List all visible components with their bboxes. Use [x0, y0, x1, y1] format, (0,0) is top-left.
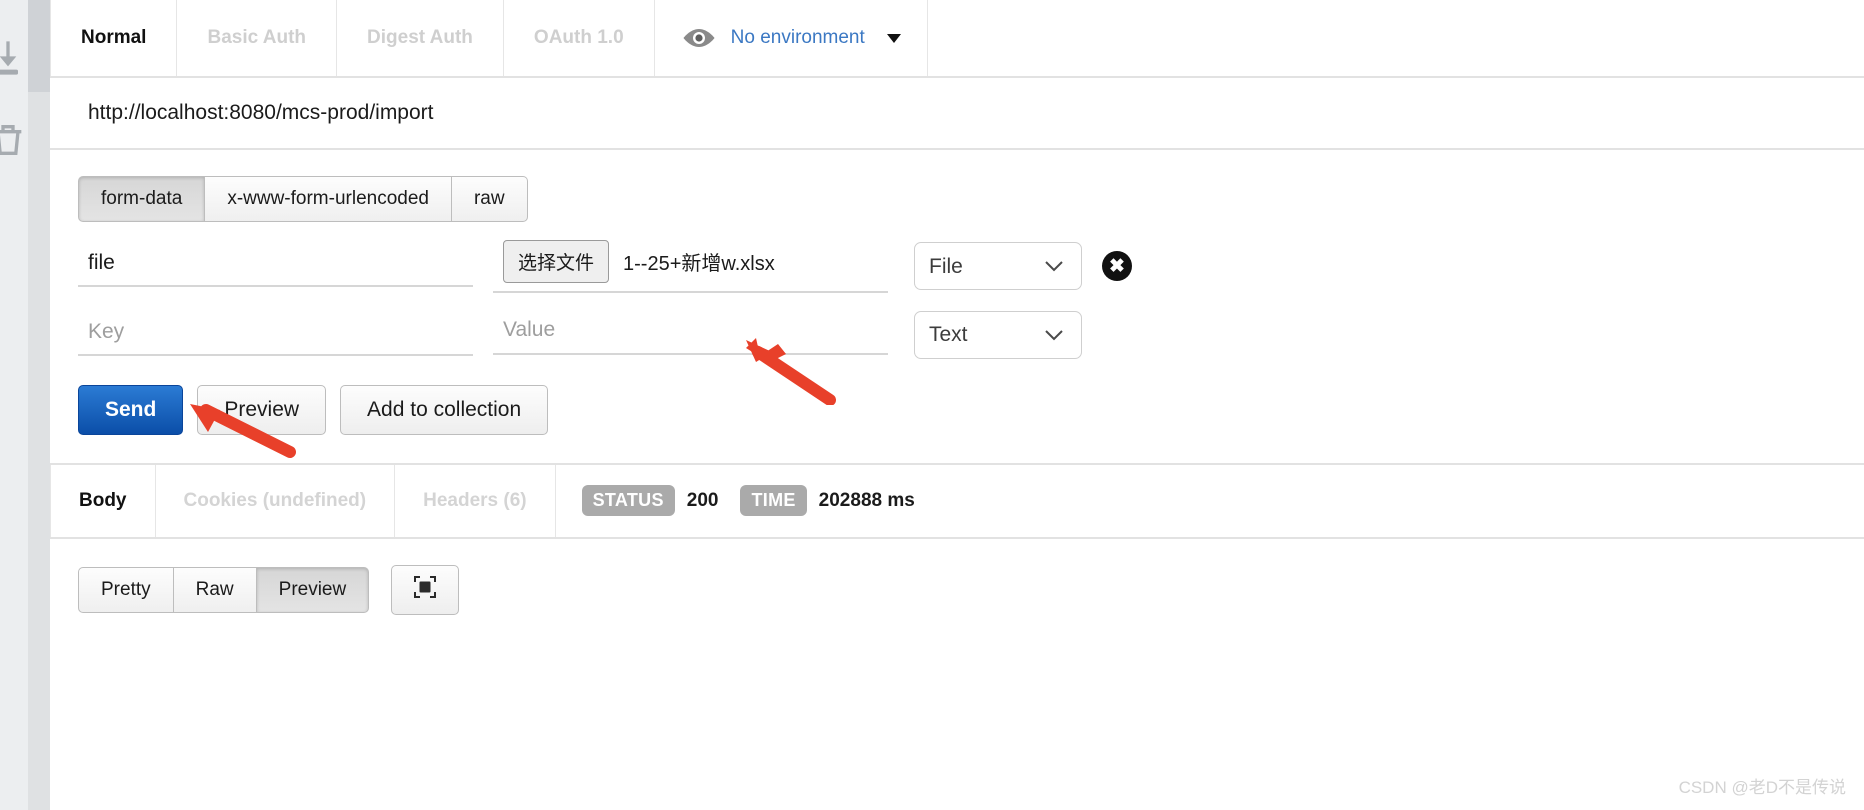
form-type-select-wrap-2: Text [888, 310, 1082, 359]
tab-basic-auth[interactable]: Basic Auth [177, 0, 338, 76]
response-view-row: Pretty Raw Preview [50, 539, 1864, 615]
view-preview-button[interactable]: Preview [256, 566, 370, 613]
body-type-urlencoded[interactable]: x-www-form-urlencoded [205, 176, 452, 222]
form-data-row-empty: Text [50, 310, 1864, 359]
expand-icon [412, 574, 438, 605]
tab-cookies[interactable]: Cookies (undefined) [156, 464, 396, 537]
eye-icon[interactable] [681, 27, 717, 49]
delete-row-button-1[interactable]: ✖ [1102, 251, 1132, 282]
response-meta: STATUS 200 TIME 202888 ms [556, 465, 951, 537]
tab-digest-auth[interactable]: Digest Auth [337, 0, 504, 76]
tab-normal[interactable]: Normal [50, 0, 178, 76]
auth-tab-bar: Normal Basic Auth Digest Auth OAuth 1.0 [50, 0, 1864, 78]
response-tab-bar: Body Cookies (undefined) Headers (6) STA… [50, 464, 1864, 539]
send-button[interactable]: Send [78, 384, 184, 435]
tab-body-label: Body [79, 489, 127, 511]
status-badge: STATUS [581, 485, 675, 517]
tab-oauth-1-label: OAuth 1.0 [533, 27, 624, 48]
chevron-down-icon[interactable] [886, 33, 901, 43]
environment-label[interactable]: No environment [731, 27, 865, 49]
tab-headers-label: Headers (6) [423, 489, 527, 511]
preview-request-button[interactable]: Preview [197, 384, 327, 435]
tab-oauth-1[interactable]: OAuth 1.0 [504, 0, 655, 76]
view-pretty-button[interactable]: Pretty [78, 566, 174, 613]
body-type-button-group: form-data x-www-form-urlencoded raw [78, 176, 528, 222]
form-type-select-2[interactable]: Text [914, 310, 1082, 359]
watermark: CSDN @老D不是传说 [1678, 778, 1846, 797]
tab-headers[interactable]: Headers (6) [395, 464, 556, 537]
expand-icon-button[interactable] [391, 564, 460, 615]
download-icon[interactable] [0, 38, 28, 83]
environment-selector[interactable]: No environment [655, 0, 928, 76]
form-key-input-1[interactable] [78, 245, 473, 288]
status-value: 200 [686, 489, 719, 511]
time-value: 202888 ms [818, 489, 915, 511]
form-data-row-file: 选择文件 1--25+新增w.xlsx File ✖ [50, 239, 1864, 293]
url-value[interactable]: http://localhost:8080/mcs-prod/import [88, 101, 434, 125]
form-value-file-cell-1: 选择文件 1--25+新增w.xlsx [493, 239, 888, 293]
form-value-input-2[interactable] [503, 317, 888, 342]
body-type-raw[interactable]: raw [451, 176, 528, 222]
url-row[interactable]: http://localhost:8080/mcs-prod/import [50, 78, 1864, 150]
app-root: Normal Basic Auth Digest Auth OAuth 1.0 [0, 0, 1864, 810]
form-key-input-2[interactable] [78, 313, 473, 356]
tab-normal-label: Normal [81, 27, 147, 48]
tab-basic-auth-label: Basic Auth [207, 27, 307, 48]
main-content: Normal Basic Auth Digest Auth OAuth 1.0 [50, 0, 1864, 810]
trash-icon[interactable] [0, 120, 28, 165]
tab-digest-auth-label: Digest Auth [367, 27, 473, 48]
form-type-select-1[interactable]: File [914, 242, 1082, 291]
response-view-button-group: Pretty Raw Preview [78, 566, 370, 613]
form-value-cell-2 [493, 315, 888, 355]
tab-cookies-label: Cookies (undefined) [183, 489, 367, 511]
view-raw-button[interactable]: Raw [173, 566, 257, 613]
form-type-select-wrap-1: File [888, 242, 1082, 291]
add-to-collection-button[interactable]: Add to collection [340, 384, 549, 435]
action-button-row: Send Preview Add to collection [50, 384, 1864, 435]
body-type-section: form-data x-www-form-urlencoded raw [50, 150, 1864, 222]
rail-divider-strip-lower [28, 92, 50, 810]
time-badge: TIME [740, 485, 807, 517]
left-icon-rail [0, 0, 28, 810]
tab-body[interactable]: Body [50, 464, 156, 537]
body-type-form-data[interactable]: form-data [78, 176, 206, 222]
selected-file-name: 1--25+新增w.xlsx [623, 252, 775, 275]
choose-file-button[interactable]: 选择文件 [503, 239, 610, 283]
